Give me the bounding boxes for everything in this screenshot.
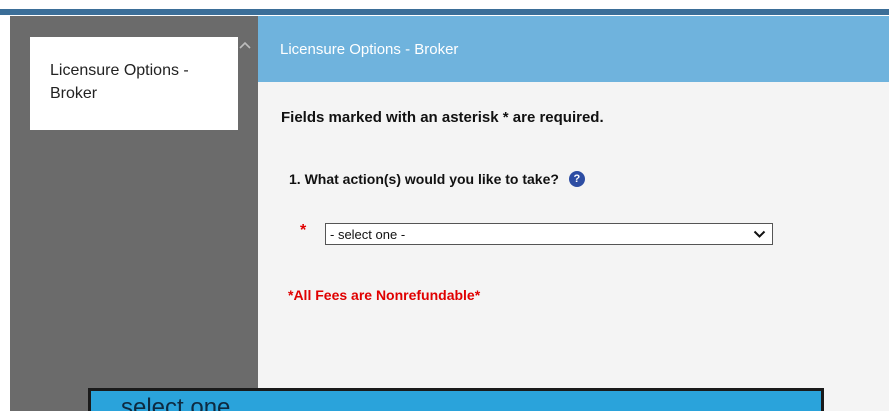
- dropdown-option-label: select one: [121, 394, 231, 411]
- sidebar: Licensure Options - Broker: [0, 16, 258, 411]
- top-accent-stripe: [0, 9, 889, 15]
- fees-nonrefundable-note: *All Fees are Nonrefundable*: [288, 287, 481, 303]
- question-text: 1. What action(s) would you like to take…: [289, 171, 559, 187]
- dropdown-option-select-one[interactable]: select one: [91, 391, 821, 411]
- help-icon[interactable]: ?: [568, 171, 585, 187]
- page-header: Licensure Options - Broker: [258, 16, 889, 82]
- sidebar-item-label: Licensure Options - Broker: [50, 62, 189, 102]
- page-title: Licensure Options - Broker: [280, 41, 459, 58]
- question-label: 1. What action(s) would you like to take…: [289, 171, 585, 187]
- chevron-down-icon: [753, 230, 766, 238]
- select-dropdown-list: select one: [88, 388, 824, 411]
- sidebar-item-licensure-options-broker[interactable]: Licensure Options - Broker: [30, 37, 238, 130]
- action-select[interactable]: - select one -: [325, 223, 773, 245]
- top-bar: [0, 0, 889, 16]
- scroll-up-arrow-icon[interactable]: [237, 38, 253, 52]
- required-asterisk: *: [300, 222, 307, 239]
- main-content: Licensure Options - Broker Fields marked…: [258, 16, 889, 411]
- action-select-value: - select one -: [330, 227, 406, 242]
- required-fields-note: Fields marked with an asterisk * are req…: [281, 109, 604, 126]
